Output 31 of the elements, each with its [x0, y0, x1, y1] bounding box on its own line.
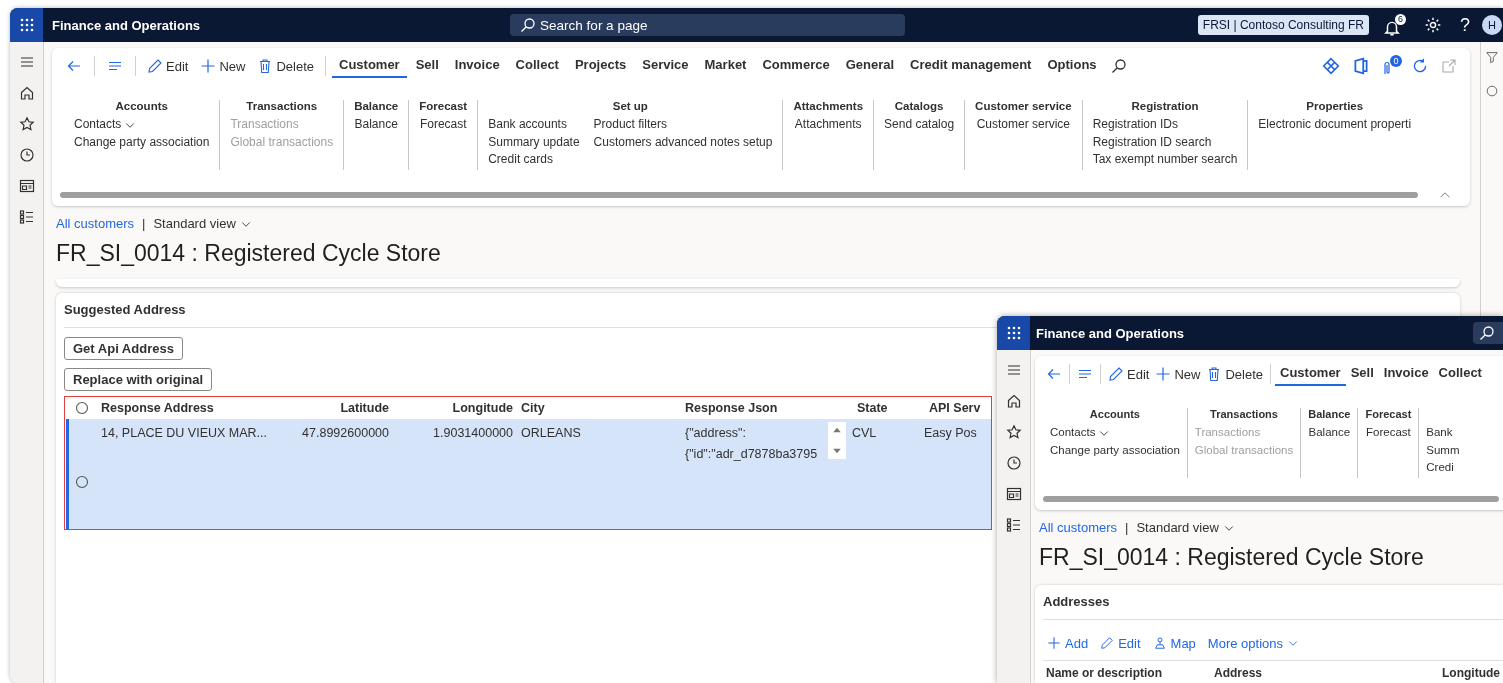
- group-title: Balance: [354, 100, 399, 114]
- page-title: FR_SI_0014 : Registered Cycle Store: [56, 240, 442, 267]
- breadcrumb-separator: |: [1125, 520, 1129, 535]
- table-cell-text: ORLEANS: [520, 426, 582, 440]
- table-cell-text: 1.9031400000: [432, 426, 513, 440]
- app-title: Finance and Operations: [1036, 325, 1185, 341]
- table-cell-text: Easy Pos: [924, 426, 978, 440]
- group-title: Accounts: [115, 100, 168, 114]
- group-title: Forecast: [419, 100, 468, 114]
- breadcrumb-separator: |: [142, 216, 146, 231]
- group-title: Set up: [612, 100, 648, 114]
- group-title: Registration: [1131, 100, 1199, 114]
- group-title: Forecast: [1365, 408, 1412, 422]
- table-cell-text: CVL: [851, 426, 878, 440]
- group-title: Customer service: [975, 100, 1072, 114]
- app-title: Finance and Operations: [52, 17, 201, 33]
- group-title: Properties: [1306, 100, 1364, 114]
- table-cell-text: 14, PLACE DU VIEUX MAR...: [100, 426, 269, 440]
- group-title: Accounts: [1089, 408, 1140, 422]
- attachment-count-badge: 0: [1390, 55, 1402, 67]
- table-cell-text: {"address": {"id":"adr_d7878ba3795: [684, 425, 819, 463]
- group-title: Transactions: [1210, 408, 1278, 422]
- section-title: Addresses: [1043, 585, 1503, 620]
- table-cell-text: 47.8992600000: [301, 426, 389, 440]
- search-placeholder: Search for a page: [540, 17, 648, 33]
- group-title: Transactions: [246, 100, 318, 114]
- group-title: Balance: [1308, 408, 1351, 422]
- group-title: Attachments: [793, 100, 864, 114]
- page-title: FR_SI_0014 : Registered Cycle Store: [1039, 544, 1425, 571]
- notification-badge: 6: [1395, 13, 1406, 25]
- group-title: Catalogs: [894, 100, 944, 114]
